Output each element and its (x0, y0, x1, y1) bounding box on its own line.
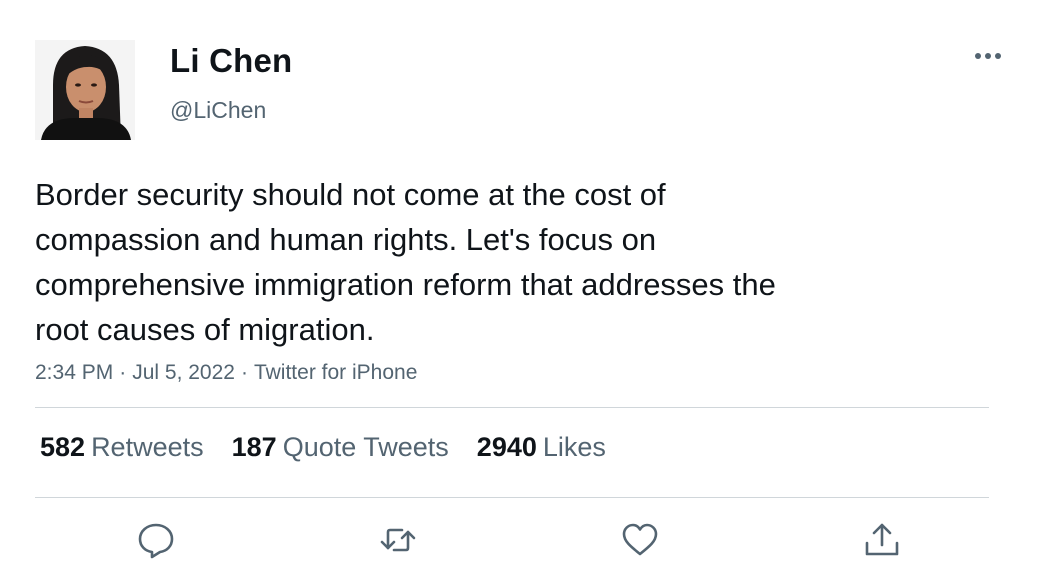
share-button[interactable] (862, 520, 902, 560)
tweet-text-line: comprehensive immigration reform that ad… (35, 267, 776, 302)
tweet-text-line: root causes of migration. (35, 312, 375, 347)
heart-icon (622, 523, 658, 556)
tweet-time[interactable]: 2:34 PM (35, 361, 113, 384)
reply-icon (138, 523, 174, 559)
reply-button[interactable] (136, 520, 176, 560)
likes-stat[interactable]: 2940 Likes (477, 432, 606, 463)
tweet-card: Li Chen @LiChen Border security should n… (0, 0, 1050, 570)
retweets-count: 582 (40, 432, 86, 462)
quote-tweets-label: Quote Tweets (282, 432, 449, 462)
likes-label: Likes (542, 432, 606, 462)
meta-separator: · (119, 361, 127, 384)
engagement-stats: 582 Retweets 187 Quote Tweets 2940 Likes (40, 432, 634, 463)
user-handle[interactable]: @LiChen (170, 97, 266, 124)
meta-separator: · (240, 361, 248, 384)
more-options-button[interactable] (970, 44, 1006, 68)
tweet-text: Border security should not come at the c… (35, 172, 935, 352)
quote-tweets-count: 187 (231, 432, 277, 462)
divider (35, 497, 989, 498)
retweet-button[interactable] (378, 520, 418, 560)
tweet-source[interactable]: Twitter for iPhone (254, 361, 417, 384)
retweets-label: Retweets (91, 432, 204, 462)
tweet-metadata: 2:34 PM · Jul 5, 2022 · Twitter for iPhone (35, 361, 417, 385)
share-icon (865, 523, 899, 556)
quote-tweets-stat[interactable]: 187 Quote Tweets (232, 432, 449, 463)
tweet-text-line: Border security should not come at the c… (35, 177, 666, 212)
tweet-date[interactable]: Jul 5, 2022 (132, 361, 235, 384)
retweets-stat[interactable]: 582 Retweets (40, 432, 204, 463)
avatar[interactable] (35, 40, 135, 140)
display-name[interactable]: Li Chen (170, 42, 292, 80)
more-dots-icon (975, 53, 1001, 59)
user-photo-icon (35, 40, 135, 140)
retweet-icon (380, 528, 416, 552)
divider (35, 407, 989, 408)
like-button[interactable] (620, 520, 660, 560)
likes-count: 2940 (476, 432, 537, 462)
tweet-text-line: compassion and human rights. Let's focus… (35, 222, 657, 257)
